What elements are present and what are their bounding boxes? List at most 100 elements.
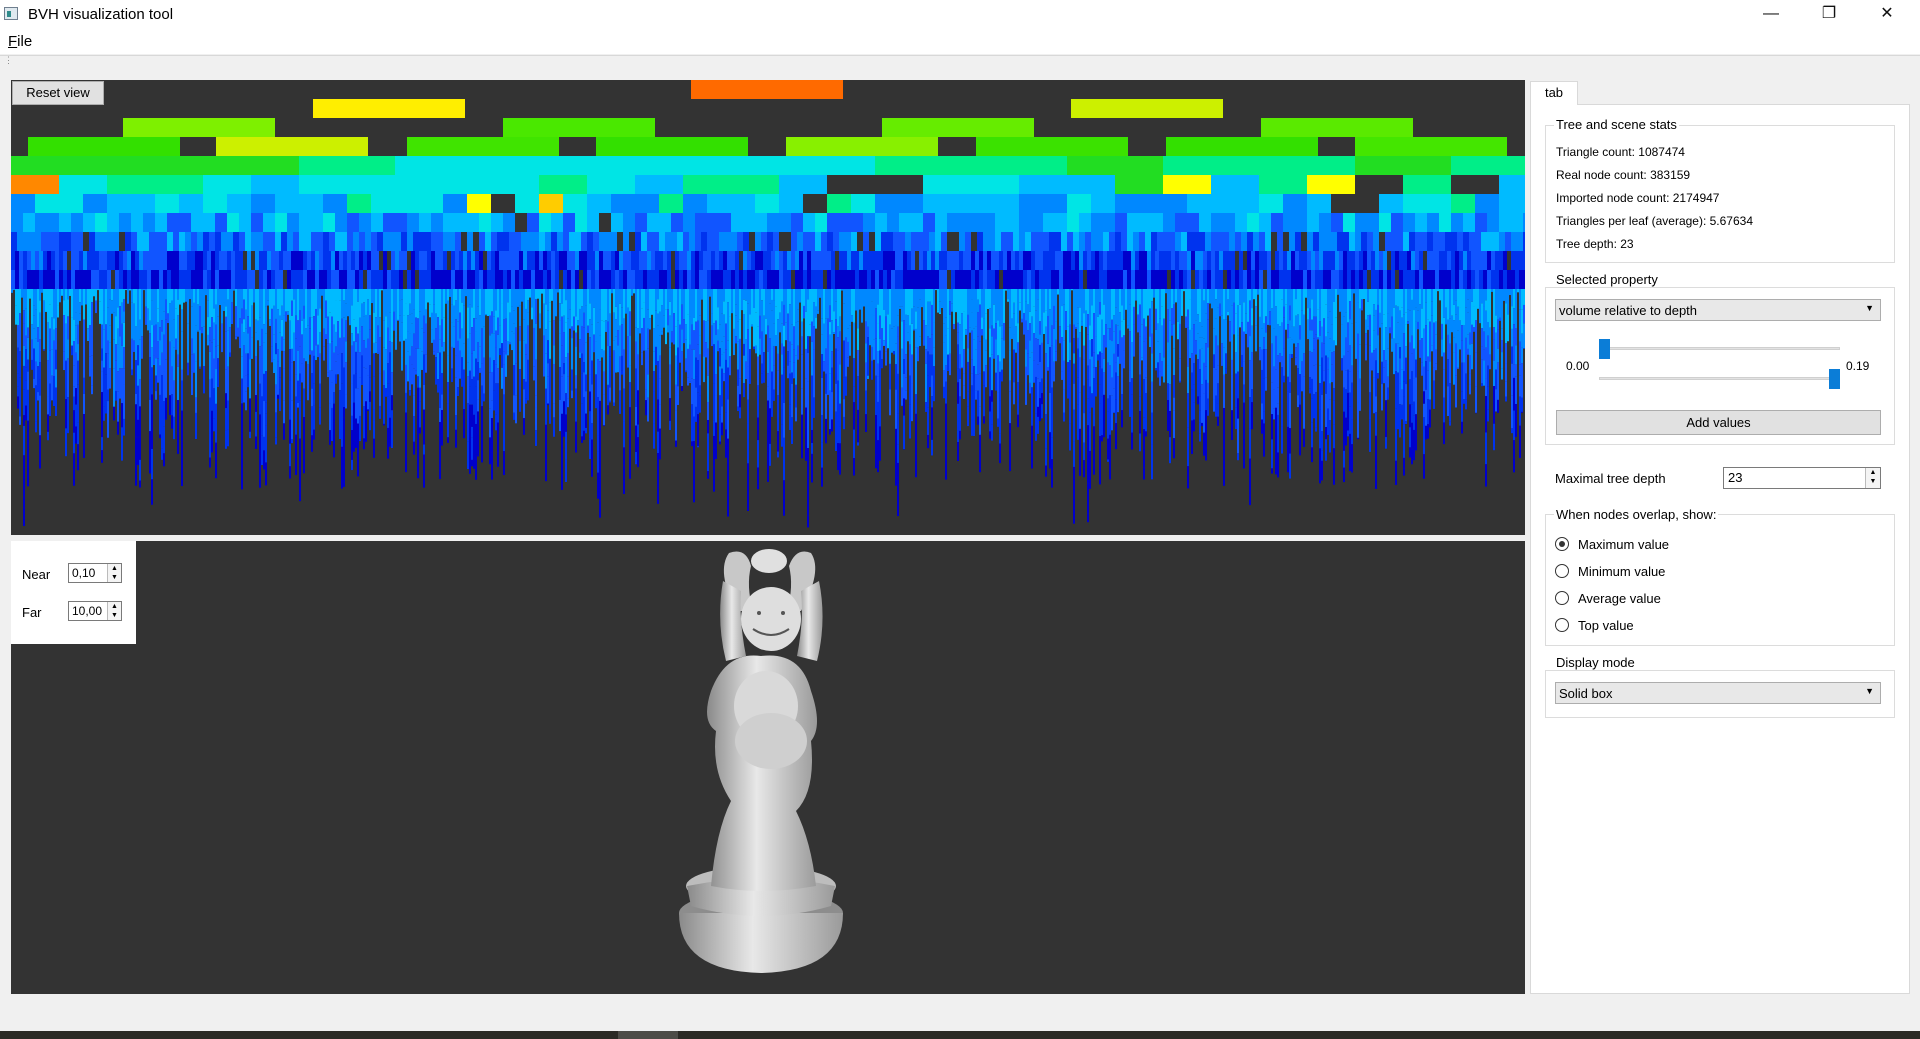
heatmap-strand <box>1487 335 1489 366</box>
heatmap-strand <box>225 430 227 449</box>
heatmap-canvas[interactable] <box>11 80 1525 535</box>
radio-button[interactable] <box>1555 591 1569 605</box>
range-low-track[interactable] <box>1599 347 1840 350</box>
heatmap-strand <box>763 352 765 372</box>
reset-view-button[interactable]: Reset view <box>12 81 104 105</box>
radio-button[interactable] <box>1555 537 1569 551</box>
heatmap-strand <box>1117 325 1119 345</box>
heatmap-strand <box>1275 306 1277 336</box>
heatmap-strand <box>1387 289 1389 314</box>
heatmap-strand <box>193 342 195 354</box>
heatmap-strand <box>871 301 873 315</box>
max-depth-spin-arrows-icon[interactable]: ▲ ▼ <box>1865 468 1880 488</box>
heatmap-strand <box>1169 384 1171 411</box>
heatmap-strand <box>401 299 403 323</box>
maximize-button[interactable]: ❐ <box>1800 0 1858 30</box>
heatmap-strand <box>37 366 39 393</box>
heatmap-cell <box>1355 156 1451 175</box>
heatmap-strand <box>839 473 841 475</box>
3d-viewport[interactable] <box>11 541 1525 994</box>
heatmap-strand <box>203 366 205 394</box>
heatmap-cell <box>151 251 155 270</box>
heatmap-strand <box>829 334 831 374</box>
heatmap-strand <box>1343 467 1345 483</box>
heatmap-strand <box>247 316 249 334</box>
heatmap-cell <box>329 232 335 251</box>
radio-button[interactable] <box>1555 564 1569 578</box>
heatmap-cell <box>311 232 317 251</box>
far-spinbox[interactable]: 10,00 ▲ ▼ <box>68 601 122 621</box>
heatmap-strand <box>585 427 587 434</box>
heatmap-strand <box>591 324 593 361</box>
heatmap-strand <box>1451 289 1453 316</box>
heatmap-cell <box>1067 175 1115 194</box>
heatmap-cell <box>1523 232 1525 251</box>
heatmap-strand <box>1449 343 1451 384</box>
heatmap-strand <box>825 442 827 444</box>
heatmap-strand <box>773 300 775 324</box>
heatmap-strand <box>761 300 763 332</box>
heatmap-cell <box>579 251 583 270</box>
heatmap-strand <box>1025 366 1027 405</box>
heatmap-strand <box>407 289 409 316</box>
heatmap-strand <box>503 319 505 352</box>
heatmap-strand <box>769 371 771 409</box>
heatmap-strand <box>525 398 527 404</box>
heatmap-strand <box>599 400 601 416</box>
heatmap-strand <box>457 321 459 341</box>
radio-button[interactable] <box>1555 618 1569 632</box>
menu-file[interactable]: File <box>8 33 32 50</box>
heatmap-cell <box>1291 270 1295 289</box>
heatmap-strand <box>1369 419 1371 452</box>
bvh-heatmap[interactable] <box>11 80 1525 535</box>
property-select[interactable]: volume relative to depth ▼ <box>1555 299 1881 321</box>
heatmap-strand <box>319 308 321 333</box>
heatmap-cell <box>547 270 551 289</box>
heatmap-strand <box>1271 468 1273 474</box>
heatmap-strand <box>1287 453 1289 473</box>
toolbar-grip[interactable]: ⋮ <box>4 56 13 65</box>
heatmap-strand <box>1069 289 1071 325</box>
close-button[interactable]: ✕ <box>1858 0 1916 30</box>
heatmap-strand <box>733 289 735 329</box>
heatmap-cell <box>1403 194 1427 213</box>
heatmap-strand <box>1367 326 1369 330</box>
heatmap-strand <box>1351 289 1353 324</box>
heatmap-strand <box>475 423 477 455</box>
minimize-button[interactable]: — <box>1742 0 1800 30</box>
max-depth-spinbox[interactable]: 23 ▲ ▼ <box>1723 467 1881 489</box>
near-spinbox[interactable]: 0,10 ▲ ▼ <box>68 563 122 583</box>
add-values-button[interactable]: Add values <box>1556 410 1881 435</box>
heatmap-strand <box>1311 289 1313 300</box>
near-spin-arrows-icon[interactable]: ▲ ▼ <box>107 564 121 582</box>
display-mode-select[interactable]: Solid box ▼ <box>1555 682 1881 704</box>
heatmap-strand <box>1031 387 1033 426</box>
heatmap-cell <box>915 270 919 289</box>
heatmap-strand <box>343 289 345 301</box>
far-spin-arrows-icon[interactable]: ▲ ▼ <box>107 602 121 620</box>
range-high-handle[interactable] <box>1829 369 1840 389</box>
heatmap-strand <box>117 328 119 345</box>
heatmap-strand <box>1401 404 1403 420</box>
heatmap-cell <box>1127 232 1133 251</box>
heatmap-cell <box>1403 213 1415 232</box>
heatmap-strand <box>1343 289 1345 317</box>
heatmap-strand <box>1387 364 1389 377</box>
range-high-track[interactable] <box>1599 377 1840 380</box>
heatmap-strand <box>441 346 443 374</box>
heatmap-strand <box>1121 305 1123 322</box>
heatmap-strand <box>525 381 527 399</box>
heatmap-strand <box>1051 359 1053 388</box>
heatmap-strand <box>757 440 759 468</box>
heatmap-strand <box>1145 338 1147 367</box>
heatmap-strand <box>1121 370 1123 395</box>
heatmap-strand <box>1073 466 1075 498</box>
heatmap-strand <box>551 289 553 301</box>
heatmap-cell <box>689 232 695 251</box>
range-low-handle[interactable] <box>1599 339 1610 359</box>
heatmap-cell <box>743 213 755 232</box>
heatmap-strand <box>585 413 587 428</box>
heatmap-strand <box>465 289 467 297</box>
tab-main[interactable]: tab <box>1530 81 1578 105</box>
heatmap-strand <box>855 289 857 311</box>
